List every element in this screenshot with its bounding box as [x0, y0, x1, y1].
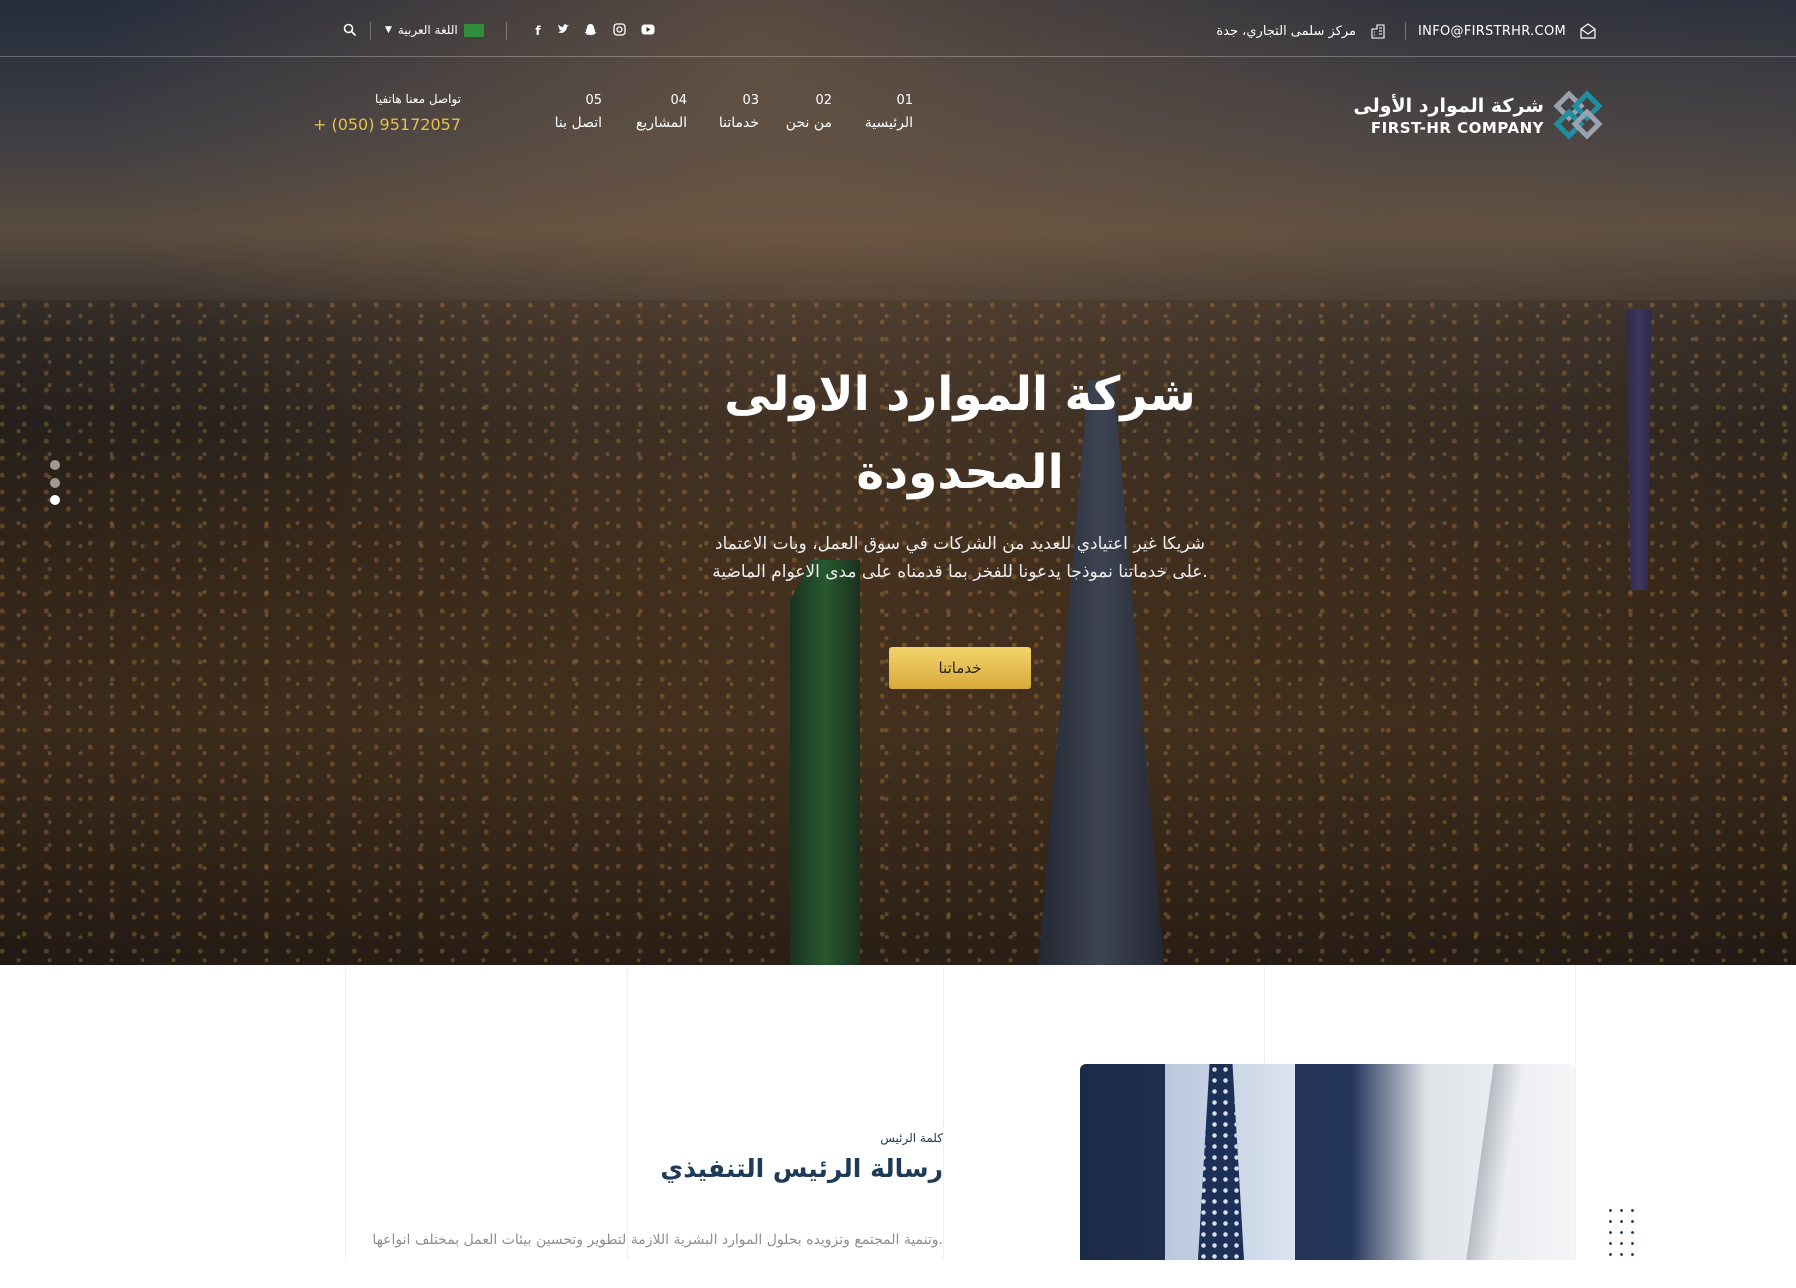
top-bar: INFO@FIRSTRHR.COM مركز سلمى التجاري، جدة… — [0, 0, 1796, 57]
phone-number-link[interactable]: + (050) 95172057 — [313, 115, 461, 134]
youtube-icon[interactable] — [640, 23, 656, 39]
facebook-icon[interactable]: f — [530, 23, 546, 39]
nav-item-number: 03 — [742, 93, 759, 108]
hero-title-line-2: المحدودة — [856, 445, 1064, 500]
language-label: اللغة العربية — [397, 23, 458, 37]
ceo-photo-laptop — [1466, 1064, 1524, 1260]
slider-dot-3-active[interactable] — [50, 495, 60, 505]
logo-mark-icon — [1553, 90, 1603, 140]
services-cta-button[interactable]: خدماتنا — [889, 647, 1031, 689]
contact-email-link[interactable]: INFO@FIRSTRHR.COM — [1418, 24, 1566, 39]
envelope-icon — [1580, 23, 1596, 39]
ceo-eyebrow: كلمة الرئيس — [880, 1131, 943, 1145]
brand-name-arabic: شركة الموارد الأولى — [1353, 95, 1544, 117]
chevron-down-icon: ▼ — [385, 25, 392, 35]
snapchat-icon[interactable] — [582, 23, 598, 39]
nav-item-number: 01 — [896, 93, 913, 108]
ceo-section-title: رسالة الرئيس التنفيذي — [660, 1154, 943, 1183]
twitter-icon[interactable] — [555, 23, 571, 39]
nav-item-label: خدماتنا — [718, 115, 759, 131]
ceo-photo — [1080, 1064, 1575, 1260]
nav-item-number: 02 — [815, 93, 832, 108]
topbar-divider — [1405, 22, 1406, 40]
decorative-dot-grid — [1605, 1205, 1637, 1260]
building-location-icon — [1370, 23, 1386, 39]
topbar-divider — [506, 22, 507, 40]
hero-description-line-1: شريكا غير اعتيادي للعديد من الشركات في س… — [714, 534, 1206, 554]
hero-title-line-1: شركة الموارد الاولى — [724, 367, 1196, 422]
hero-description-line-2: على خدماتنا نموذجا يدعونا للفخر بما قدمن… — [712, 562, 1208, 582]
brand-name-english: FIRST-HR COMPANY — [1370, 119, 1544, 137]
language-selector[interactable]: ▼ اللغة العربية — [385, 20, 484, 40]
office-address: مركز سلمى التجاري، جدة — [1216, 24, 1356, 39]
topbar-divider — [370, 22, 371, 40]
grid-divider — [345, 965, 346, 1260]
grid-divider — [1575, 965, 1576, 1260]
instagram-icon[interactable] — [611, 23, 627, 39]
nav-item-label: من نحن — [785, 115, 832, 131]
nav-item-label: الرئيسية — [864, 115, 913, 131]
grid-divider — [943, 965, 944, 1260]
saudi-flag-icon — [463, 23, 484, 37]
nav-item-label: اتصل بنا — [554, 115, 602, 131]
ceo-message-text: وتنمية المجتمع وتزويده بحلول الموارد الب… — [372, 1232, 943, 1248]
grid-divider — [627, 965, 628, 1260]
nav-item-number: 05 — [585, 93, 602, 108]
phone-contact-label: تواصل معنا هاتفيا — [375, 92, 461, 106]
nav-item-number: 04 — [670, 93, 687, 108]
slider-dot-2[interactable] — [50, 478, 60, 488]
hero-section: INFO@FIRSTRHR.COM مركز سلمى التجاري، جدة… — [0, 0, 1796, 965]
slider-dot-1[interactable] — [50, 460, 60, 470]
search-icon[interactable] — [342, 23, 358, 39]
nav-item-label: المشاريع — [635, 115, 687, 131]
